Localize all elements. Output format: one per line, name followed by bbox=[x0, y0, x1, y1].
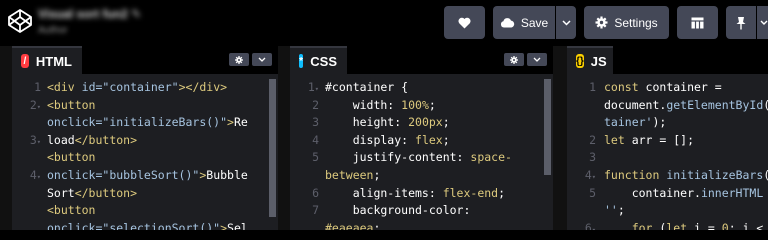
cloud-icon bbox=[500, 18, 515, 28]
line-number: 4▾ bbox=[29, 168, 41, 182]
layout-icon bbox=[691, 17, 704, 28]
js-editor: {} JS 1 2 3 4▾ 5 6▾ const container = do… bbox=[567, 46, 768, 230]
chevron-down-icon bbox=[533, 57, 541, 62]
editor-resizer-left[interactable] bbox=[0, 46, 12, 230]
html-settings-button[interactable] bbox=[229, 53, 249, 66]
tab-js[interactable]: {} JS bbox=[567, 46, 613, 74]
line-number: 5 bbox=[312, 150, 319, 165]
html-editor-tools bbox=[226, 53, 272, 66]
line-number: 2 bbox=[312, 97, 319, 112]
line-number: 6▾ bbox=[584, 220, 596, 230]
line-number: 3 bbox=[589, 150, 596, 165]
editor-resizer-html-css[interactable] bbox=[278, 46, 290, 230]
css-scrollbar[interactable] bbox=[544, 79, 551, 175]
code-line: load</button> bbox=[47, 132, 138, 147]
code-line: onclick="bubbleSort()">Bubble bbox=[47, 168, 248, 182]
pin-icon bbox=[736, 16, 746, 29]
html-file-icon: / bbox=[21, 54, 29, 68]
html-tab-bar: / HTML bbox=[12, 46, 278, 74]
css-collapse-button[interactable] bbox=[527, 53, 547, 66]
pen-title[interactable]: Visual sort fun2 ✎ bbox=[38, 7, 141, 21]
save-label: Save bbox=[520, 15, 549, 30]
codepen-logo-icon[interactable] bbox=[7, 8, 33, 34]
code-line: <button bbox=[47, 150, 96, 165]
html-editor: / HTML 1 2▾ 3▾ 4▾ <div id="container"></… bbox=[12, 46, 278, 230]
code-line: display: flex; bbox=[325, 132, 450, 147]
chevron-down-icon bbox=[258, 57, 266, 62]
line-number: 5 bbox=[589, 185, 596, 200]
code-line: height: 200px; bbox=[325, 115, 450, 130]
line-number: 3 bbox=[312, 115, 319, 130]
line-number: 1 bbox=[589, 80, 596, 94]
editor-resizer-css-js[interactable] bbox=[553, 46, 567, 230]
pin-button[interactable] bbox=[726, 6, 756, 39]
code-line: let arr = []; bbox=[604, 132, 695, 147]
code-line: background-color: bbox=[325, 203, 471, 218]
line-number: 4 bbox=[312, 132, 319, 147]
code-line: onclick="initializeBars()">Re bbox=[47, 115, 248, 130]
tab-css-label: CSS bbox=[310, 53, 337, 69]
gear-icon bbox=[235, 55, 243, 64]
line-number: 6 bbox=[312, 185, 319, 200]
tab-js-label: JS bbox=[590, 53, 607, 69]
code-line: document.getElementById('con bbox=[604, 97, 768, 112]
line-number: 2 bbox=[589, 132, 596, 147]
code-line: onclick="selectionSort()">Sel bbox=[47, 220, 248, 230]
css-file-icon: * bbox=[299, 54, 304, 68]
gear-icon bbox=[510, 55, 518, 64]
pin-options-button[interactable] bbox=[757, 6, 768, 39]
tab-html-label: HTML bbox=[35, 53, 72, 69]
code-line: Sort</button> bbox=[47, 185, 138, 200]
gear-icon bbox=[595, 16, 608, 29]
line-number: 2▾ bbox=[29, 97, 41, 112]
change-view-button[interactable] bbox=[677, 6, 718, 39]
code-line: align-items: flex-end; bbox=[325, 185, 506, 200]
tab-css[interactable]: * CSS bbox=[290, 46, 347, 74]
heart-button[interactable] bbox=[444, 6, 485, 39]
code-line: tainer'); bbox=[604, 115, 667, 130]
code-line: container.innerHTML = bbox=[604, 185, 764, 200]
html-scrollbar[interactable] bbox=[269, 79, 276, 217]
css-editor-tools bbox=[501, 53, 547, 66]
line-number: 7 bbox=[312, 203, 319, 218]
code-line: for (let i = 0; i < 50; bbox=[631, 220, 768, 230]
code-line: width: 100%; bbox=[325, 97, 436, 112]
html-collapse-button[interactable] bbox=[252, 53, 272, 66]
code-line: justify-content: space- bbox=[325, 150, 512, 165]
heart-icon bbox=[458, 17, 471, 28]
chevron-down-icon bbox=[561, 19, 571, 26]
pen-author[interactable]: Author bbox=[38, 25, 67, 36]
top-bar: Visual sort fun2 ✎ Author Save Settings bbox=[0, 0, 768, 46]
js-file-icon: {} bbox=[576, 54, 584, 68]
css-tab-bar: * CSS bbox=[290, 46, 553, 74]
save-options-button[interactable] bbox=[556, 6, 576, 39]
code-line: const container = bbox=[604, 80, 722, 94]
code-line: between; bbox=[325, 168, 381, 182]
line-number: 3▾ bbox=[29, 132, 41, 147]
css-settings-button[interactable] bbox=[504, 53, 524, 66]
js-tab-bar: {} JS bbox=[567, 46, 768, 74]
save-button[interactable]: Save bbox=[493, 6, 555, 39]
css-editor: * CSS 1▾ 2 3 4 5 6 7 #container { width:… bbox=[290, 46, 553, 230]
settings-label: Settings bbox=[614, 15, 658, 30]
code-line: ''; bbox=[604, 203, 625, 218]
code-line: #container { bbox=[325, 80, 409, 94]
code-line: <div id="container"></div> bbox=[47, 80, 228, 94]
code-line: function initializeBars() { bbox=[604, 168, 768, 182]
code-line: #eaeaea; bbox=[325, 220, 381, 230]
code-line: <button bbox=[47, 203, 96, 218]
chevron-down-icon bbox=[760, 20, 768, 25]
tab-html[interactable]: / HTML bbox=[12, 46, 82, 74]
settings-button[interactable]: Settings bbox=[584, 6, 669, 39]
code-line: <button bbox=[47, 97, 96, 112]
line-number: 1 bbox=[34, 80, 41, 94]
